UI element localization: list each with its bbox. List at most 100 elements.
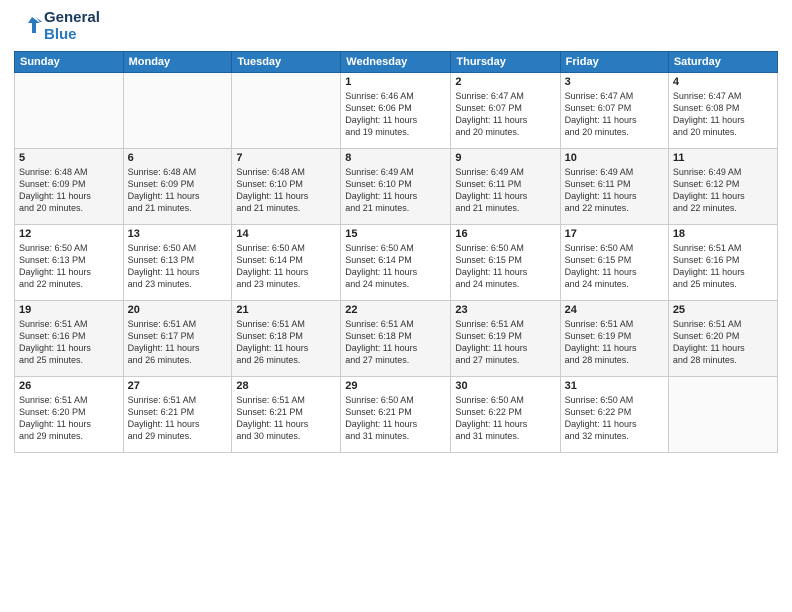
- day-number: 25: [673, 304, 773, 316]
- day-number: 9: [455, 152, 555, 164]
- calendar-cell: 1 Sunrise: 6:46 AM Sunset: 6:06 PM Daylig…: [341, 73, 451, 149]
- calendar-cell: 30 Sunrise: 6:50 AM Sunset: 6:22 PM Dayli…: [451, 377, 560, 453]
- day-info: Sunrise: 6:50 AM Sunset: 6:13 PM Dayligh…: [19, 242, 119, 291]
- day-number: 19: [19, 304, 119, 316]
- day-number: 12: [19, 228, 119, 240]
- calendar-cell: 6 Sunrise: 6:48 AM Sunset: 6:09 PM Daylig…: [123, 149, 232, 225]
- calendar-cell: 21 Sunrise: 6:51 AM Sunset: 6:18 PM Dayli…: [232, 301, 341, 377]
- calendar-cell: 25 Sunrise: 6:51 AM Sunset: 6:20 PM Dayli…: [668, 301, 777, 377]
- page: General Blue SundayMondayTuesdayWednesda…: [0, 0, 792, 612]
- header-tuesday: Tuesday: [232, 52, 341, 73]
- calendar-cell: 19 Sunrise: 6:51 AM Sunset: 6:16 PM Dayli…: [15, 301, 124, 377]
- day-info: Sunrise: 6:51 AM Sunset: 6:17 PM Dayligh…: [128, 318, 228, 367]
- header: General Blue: [14, 10, 778, 43]
- header-friday: Friday: [560, 52, 668, 73]
- calendar-cell: 9Sunrise: 6:49 AM Sunset: 6:11 PM Daylig…: [451, 149, 560, 225]
- calendar-cell: 20 Sunrise: 6:51 AM Sunset: 6:17 PM Dayli…: [123, 301, 232, 377]
- day-number: 4: [673, 76, 773, 88]
- day-info: Sunrise: 6:51 AM Sunset: 6:18 PM Dayligh…: [345, 318, 446, 367]
- day-number: 8: [345, 152, 446, 164]
- header-sunday: Sunday: [15, 52, 124, 73]
- calendar-cell: 18Sunrise: 6:51 AM Sunset: 6:16 PM Dayli…: [668, 225, 777, 301]
- calendar: SundayMondayTuesdayWednesdayThursdayFrid…: [14, 51, 778, 453]
- calendar-cell: 4 Sunrise: 6:47 AM Sunset: 6:08 PM Daylig…: [668, 73, 777, 149]
- day-info: Sunrise: 6:47 AM Sunset: 6:07 PM Dayligh…: [455, 90, 555, 139]
- calendar-cell: 31Sunrise: 6:50 AM Sunset: 6:22 PM Dayli…: [560, 377, 668, 453]
- header-wednesday: Wednesday: [341, 52, 451, 73]
- day-info: Sunrise: 6:50 AM Sunset: 6:22 PM Dayligh…: [565, 394, 664, 443]
- calendar-header-row: SundayMondayTuesdayWednesdayThursdayFrid…: [15, 52, 778, 73]
- day-info: Sunrise: 6:51 AM Sunset: 6:21 PM Dayligh…: [128, 394, 228, 443]
- day-info: Sunrise: 6:50 AM Sunset: 6:14 PM Dayligh…: [345, 242, 446, 291]
- day-number: 2: [455, 76, 555, 88]
- day-number: 11: [673, 152, 773, 164]
- day-number: 30: [455, 380, 555, 392]
- day-number: 1: [345, 76, 446, 88]
- day-info: Sunrise: 6:51 AM Sunset: 6:16 PM Dayligh…: [19, 318, 119, 367]
- day-info: Sunrise: 6:51 AM Sunset: 6:16 PM Dayligh…: [673, 242, 773, 291]
- day-number: 23: [455, 304, 555, 316]
- calendar-cell: 3 Sunrise: 6:47 AM Sunset: 6:07 PM Daylig…: [560, 73, 668, 149]
- day-info: Sunrise: 6:51 AM Sunset: 6:19 PM Dayligh…: [455, 318, 555, 367]
- calendar-cell: [123, 73, 232, 149]
- calendar-cell: 23 Sunrise: 6:51 AM Sunset: 6:19 PM Dayli…: [451, 301, 560, 377]
- calendar-cell: 14 Sunrise: 6:50 AM Sunset: 6:14 PM Dayli…: [232, 225, 341, 301]
- week-row-1: 1 Sunrise: 6:46 AM Sunset: 6:06 PM Daylig…: [15, 73, 778, 149]
- day-info: Sunrise: 6:48 AM Sunset: 6:09 PM Dayligh…: [128, 166, 228, 215]
- calendar-cell: 22 Sunrise: 6:51 AM Sunset: 6:18 PM Dayli…: [341, 301, 451, 377]
- calendar-cell: 15 Sunrise: 6:50 AM Sunset: 6:14 PM Dayli…: [341, 225, 451, 301]
- calendar-cell: 11 Sunrise: 6:49 AM Sunset: 6:12 PM Dayli…: [668, 149, 777, 225]
- day-number: 28: [236, 380, 336, 392]
- day-info: Sunrise: 6:47 AM Sunset: 6:07 PM Dayligh…: [565, 90, 664, 139]
- week-row-2: 5Sunrise: 6:48 AM Sunset: 6:09 PM Daylig…: [15, 149, 778, 225]
- day-info: Sunrise: 6:49 AM Sunset: 6:11 PM Dayligh…: [565, 166, 664, 215]
- day-number: 3: [565, 76, 664, 88]
- calendar-cell: 5Sunrise: 6:48 AM Sunset: 6:09 PM Daylig…: [15, 149, 124, 225]
- calendar-cell: 24 Sunrise: 6:51 AM Sunset: 6:19 PM Dayli…: [560, 301, 668, 377]
- day-info: Sunrise: 6:51 AM Sunset: 6:21 PM Dayligh…: [236, 394, 336, 443]
- calendar-cell: 2 Sunrise: 6:47 AM Sunset: 6:07 PM Daylig…: [451, 73, 560, 149]
- day-number: 13: [128, 228, 228, 240]
- day-number: 29: [345, 380, 446, 392]
- day-info: Sunrise: 6:50 AM Sunset: 6:22 PM Dayligh…: [455, 394, 555, 443]
- calendar-cell: 29Sunrise: 6:50 AM Sunset: 6:21 PM Dayli…: [341, 377, 451, 453]
- calendar-cell: 27 Sunrise: 6:51 AM Sunset: 6:21 PM Dayli…: [123, 377, 232, 453]
- calendar-cell: 7Sunrise: 6:48 AM Sunset: 6:10 PM Daylig…: [232, 149, 341, 225]
- day-number: 24: [565, 304, 664, 316]
- day-info: Sunrise: 6:51 AM Sunset: 6:20 PM Dayligh…: [673, 318, 773, 367]
- header-monday: Monday: [123, 52, 232, 73]
- week-row-5: 26Sunrise: 6:51 AM Sunset: 6:20 PM Dayli…: [15, 377, 778, 453]
- day-number: 15: [345, 228, 446, 240]
- day-info: Sunrise: 6:51 AM Sunset: 6:19 PM Dayligh…: [565, 318, 664, 367]
- calendar-cell: 12 Sunrise: 6:50 AM Sunset: 6:13 PM Dayli…: [15, 225, 124, 301]
- header-saturday: Saturday: [668, 52, 777, 73]
- calendar-cell: [15, 73, 124, 149]
- day-number: 17: [565, 228, 664, 240]
- calendar-cell: 28 Sunrise: 6:51 AM Sunset: 6:21 PM Dayli…: [232, 377, 341, 453]
- day-info: Sunrise: 6:50 AM Sunset: 6:13 PM Dayligh…: [128, 242, 228, 291]
- day-number: 10: [565, 152, 664, 164]
- day-number: 21: [236, 304, 336, 316]
- header-thursday: Thursday: [451, 52, 560, 73]
- day-number: 6: [128, 152, 228, 164]
- day-info: Sunrise: 6:49 AM Sunset: 6:12 PM Dayligh…: [673, 166, 773, 215]
- day-number: 26: [19, 380, 119, 392]
- day-info: Sunrise: 6:51 AM Sunset: 6:18 PM Dayligh…: [236, 318, 336, 367]
- week-row-4: 19 Sunrise: 6:51 AM Sunset: 6:16 PM Dayli…: [15, 301, 778, 377]
- logo: General Blue: [14, 10, 100, 43]
- day-info: Sunrise: 6:50 AM Sunset: 6:14 PM Dayligh…: [236, 242, 336, 291]
- calendar-cell: [668, 377, 777, 453]
- calendar-cell: 26Sunrise: 6:51 AM Sunset: 6:20 PM Dayli…: [15, 377, 124, 453]
- week-row-3: 12 Sunrise: 6:50 AM Sunset: 6:13 PM Dayli…: [15, 225, 778, 301]
- day-info: Sunrise: 6:46 AM Sunset: 6:06 PM Dayligh…: [345, 90, 446, 139]
- day-number: 27: [128, 380, 228, 392]
- calendar-cell: 17Sunrise: 6:50 AM Sunset: 6:15 PM Dayli…: [560, 225, 668, 301]
- day-number: 14: [236, 228, 336, 240]
- day-info: Sunrise: 6:47 AM Sunset: 6:08 PM Dayligh…: [673, 90, 773, 139]
- logo-line2: Blue: [44, 27, 100, 44]
- logo-line1: General: [44, 10, 100, 27]
- day-number: 22: [345, 304, 446, 316]
- calendar-cell: 10 Sunrise: 6:49 AM Sunset: 6:11 PM Dayli…: [560, 149, 668, 225]
- day-info: Sunrise: 6:48 AM Sunset: 6:09 PM Dayligh…: [19, 166, 119, 215]
- day-number: 20: [128, 304, 228, 316]
